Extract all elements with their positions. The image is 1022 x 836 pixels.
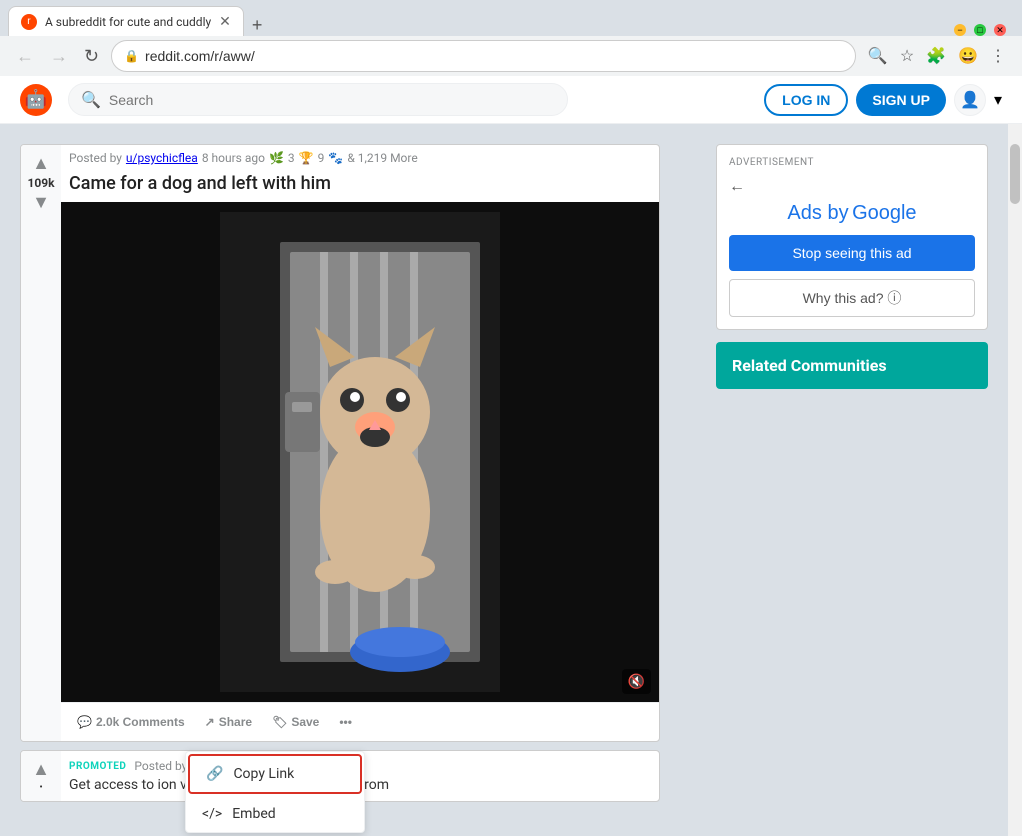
user-dropdown-icon[interactable]: ▾ [994, 90, 1002, 109]
search-bar[interactable]: 🔍 [68, 83, 568, 116]
award-count-1: 3 [288, 151, 295, 165]
save-label: Save [291, 715, 319, 729]
google-brand: Google [852, 202, 917, 224]
related-communities-section: Related Communities [716, 342, 988, 389]
login-button[interactable]: LOG IN [764, 84, 848, 116]
award-emoji-2: 🏆 [299, 151, 314, 165]
comments-button[interactable]: 💬 2.0k Comments [69, 709, 193, 735]
tab-favicon: r [21, 14, 37, 30]
embed-icon: </> [202, 806, 222, 822]
promoted-label: PROMOTED [69, 761, 126, 772]
reddit-logo[interactable]: 🤖 [20, 84, 52, 116]
advertisement-label: ADVERTISEMENT [729, 157, 975, 168]
user-menu[interactable]: 👤 [954, 84, 986, 116]
browser-chrome: r A subreddit for cute and cuddly ✕ + − … [0, 0, 1022, 76]
navigation-bar: ← → ↻ 🔒 🔍 ☆ 🧩 😀 ⋮ [0, 36, 1022, 76]
posted-by-label: Posted by [69, 151, 122, 165]
refresh-button[interactable]: ↻ [80, 42, 103, 71]
downvote-button[interactable]: ▼ [32, 192, 50, 213]
post-image-container: 🔇 [61, 202, 659, 702]
share-button[interactable]: ↗ Share [197, 709, 260, 735]
tab-title: A subreddit for cute and cuddly [45, 15, 211, 29]
comments-label: 2.0k Comments [96, 715, 185, 729]
copy-link-item[interactable]: 🔗 Copy Link [188, 754, 362, 794]
post-card: ▲ 109k ▼ Posted by u/psychicflea 8 hours… [20, 144, 660, 742]
signup-button[interactable]: SIGN UP [856, 84, 946, 116]
save-button[interactable]: 🏷 Save [264, 709, 327, 735]
reddit-header: 🤖 🔍 LOG IN SIGN UP 👤 ▾ [0, 76, 1022, 124]
vote-count: 109k [27, 176, 54, 190]
lock-icon: 🔒 [124, 49, 139, 63]
share-icon: ↗ [205, 715, 215, 729]
why-this-ad-button[interactable]: Why this ad? ⓘ [729, 279, 975, 317]
post-image [220, 212, 500, 692]
time-ago: 8 hours ago [202, 151, 265, 165]
maximize-button[interactable]: □ [974, 24, 986, 36]
mute-button[interactable]: 🔇 [622, 669, 651, 694]
post-body: Posted by u/psychicflea 8 hours ago 🌿 3 … [61, 145, 659, 741]
post-title: Came for a dog and left with him [61, 171, 659, 202]
ads-by-google: Ads by Google [729, 202, 975, 225]
address-bar[interactable]: 🔒 [111, 40, 856, 72]
search-browser-icon[interactable]: 🔍 [864, 42, 892, 70]
bookmark-icon[interactable]: ☆ [896, 42, 918, 70]
copy-link-label: Copy Link [233, 766, 294, 782]
copy-link-icon: 🔗 [206, 766, 223, 782]
award-count-2: 9 [318, 151, 325, 165]
post-info: Posted by u/psychicflea 8 hours ago 🌿 3 … [61, 145, 659, 171]
upvote-button[interactable]: ▲ [32, 153, 50, 174]
browser-icons: 🔍 ☆ 🧩 😀 ⋮ [864, 42, 1010, 70]
scrollbar[interactable] [1008, 124, 1022, 836]
tab-close-button[interactable]: ✕ [219, 14, 231, 30]
back-button[interactable]: ← [12, 42, 38, 71]
more-awards: & 1,219 More [347, 151, 417, 165]
more-options-button[interactable]: ••• [331, 709, 360, 735]
embed-label: Embed [232, 806, 275, 822]
award-emoji-3: 🐾 [328, 151, 343, 165]
profile-icon[interactable]: 😀 [954, 42, 982, 70]
context-menu: 🔗 Copy Link </> Embed [185, 751, 365, 833]
ad-back-button[interactable]: ← [729, 178, 745, 196]
embed-item[interactable]: </> Embed [186, 796, 364, 832]
share-label: Share [219, 715, 252, 729]
active-tab[interactable]: r A subreddit for cute and cuddly ✕ [8, 6, 244, 36]
post-area: ▲ 109k ▼ Posted by u/psychicflea 8 hours… [0, 124, 696, 836]
stop-seeing-ad-button[interactable]: Stop seeing this ad [729, 235, 975, 271]
comments-icon: 💬 [77, 715, 92, 729]
browser-menu-icon[interactable]: ⋮ [986, 42, 1010, 70]
main-layout: ▲ 109k ▼ Posted by u/psychicflea 8 hours… [0, 124, 1022, 836]
save-icon: 🏷 [272, 715, 287, 729]
new-tab-button[interactable]: + [252, 15, 263, 36]
search-input[interactable] [109, 92, 555, 108]
tab-bar: r A subreddit for cute and cuddly ✕ + − … [0, 0, 1022, 36]
scrollbar-thumb[interactable] [1010, 144, 1020, 204]
related-communities-title: Related Communities [732, 356, 972, 375]
close-button[interactable]: ✕ [994, 24, 1006, 36]
sidebar: ADVERTISEMENT ← Ads by Google Stop seein… [696, 124, 1008, 836]
header-actions: LOG IN SIGN UP 👤 ▾ [764, 84, 1002, 116]
url-input[interactable] [145, 48, 843, 64]
more-icon: ••• [339, 715, 352, 729]
post-actions: 💬 2.0k Comments ↗ Share 🏷 Save ••• [61, 702, 659, 741]
promoted-bullet: • [39, 782, 42, 793]
extensions-icon[interactable]: 🧩 [922, 42, 950, 70]
promoted-upvote[interactable]: ▲ [32, 759, 50, 780]
promoted-vote-column: ▲ • [21, 751, 61, 801]
minimize-button[interactable]: − [954, 24, 966, 36]
forward-button[interactable]: → [46, 42, 72, 71]
award-emoji-1: 🌿 [269, 151, 284, 165]
ad-box: ADVERTISEMENT ← Ads by Google Stop seein… [716, 144, 988, 330]
author-link[interactable]: u/psychicflea [126, 151, 198, 165]
vote-column: ▲ 109k ▼ [21, 145, 61, 741]
search-icon: 🔍 [81, 90, 101, 109]
